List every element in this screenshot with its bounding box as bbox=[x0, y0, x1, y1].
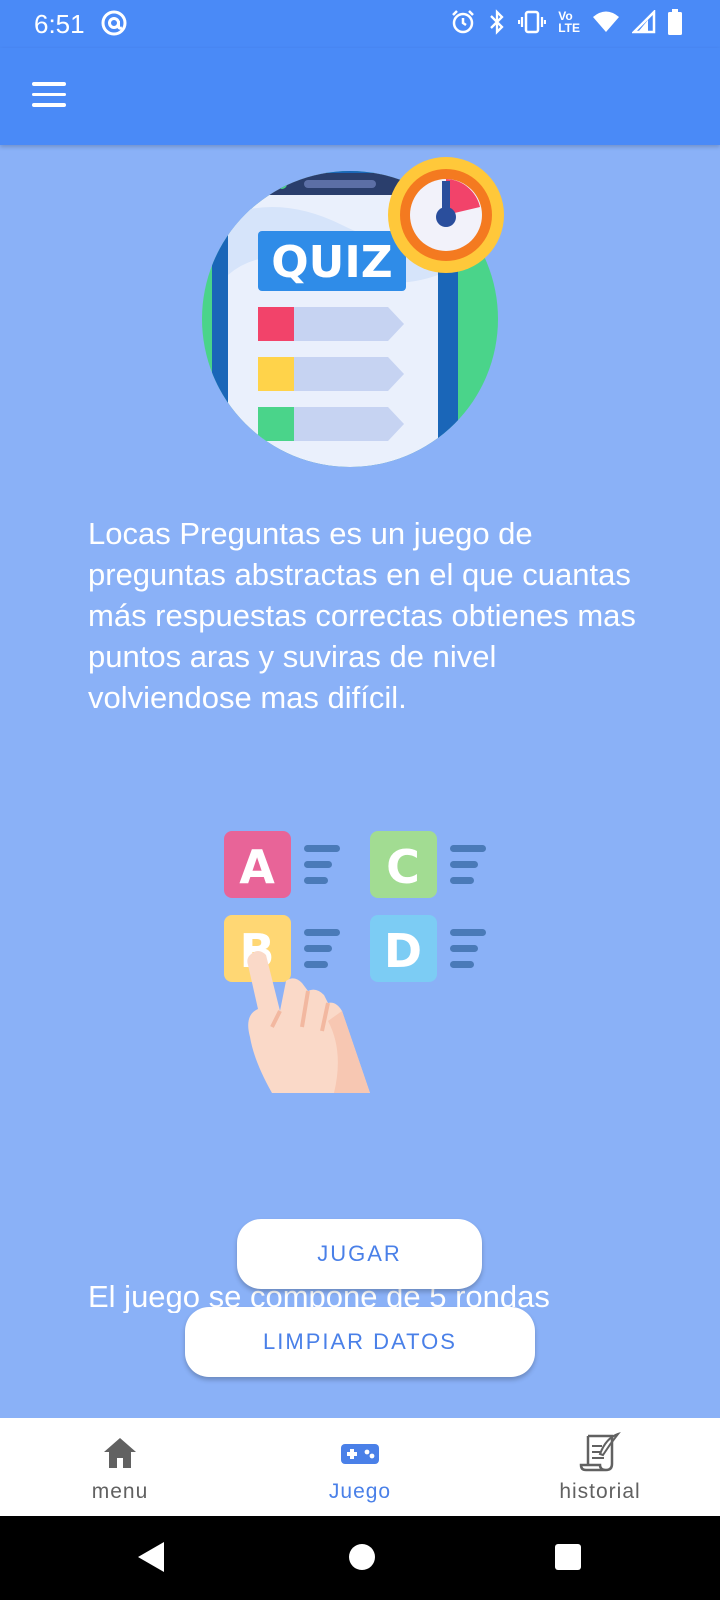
nav-item-menu[interactable]: menu bbox=[0, 1418, 240, 1516]
nav-label-juego: Juego bbox=[328, 1480, 392, 1503]
recents-icon[interactable] bbox=[554, 1540, 582, 1574]
answer-options-illustration: A C B D bbox=[224, 831, 486, 1093]
system-navigation-bar bbox=[0, 1516, 720, 1600]
nav-item-juego[interactable]: Juego bbox=[240, 1418, 480, 1516]
alarm-icon bbox=[452, 10, 475, 34]
status-time: 6:51 bbox=[34, 9, 85, 39]
app-bar bbox=[0, 48, 720, 145]
game-description: Locas Preguntas es un juego de preguntas… bbox=[88, 516, 636, 715]
option-c-letter: C bbox=[386, 840, 420, 894]
play-button[interactable]: JUGAR bbox=[237, 1219, 482, 1289]
volte-icon: Vo LTE bbox=[558, 10, 580, 34]
signal-icon bbox=[632, 10, 656, 34]
option-d-letter: D bbox=[384, 924, 422, 978]
status-bar: 6:51 Vo LTE bbox=[0, 0, 720, 48]
nav-item-historial[interactable]: historial bbox=[480, 1418, 720, 1516]
status-icons: Vo LTE bbox=[450, 9, 682, 35]
battery-icon bbox=[668, 9, 682, 35]
scroll-quill-icon bbox=[579, 1431, 621, 1472]
quiz-illustration: QUIZ bbox=[202, 157, 504, 467]
wifi-icon bbox=[593, 11, 619, 32]
vibrate-icon bbox=[518, 10, 547, 34]
at-sign-icon bbox=[100, 9, 128, 42]
menu-icon[interactable] bbox=[32, 82, 66, 108]
home-icon bbox=[104, 1438, 136, 1468]
gamepad-icon bbox=[341, 1444, 379, 1464]
home-circle-icon[interactable] bbox=[348, 1540, 376, 1574]
pointing-hand-icon bbox=[247, 951, 370, 1093]
volte-label-bottom: LTE bbox=[558, 21, 580, 35]
bottom-navigation: menu Juego historial bbox=[0, 1418, 720, 1516]
back-icon[interactable] bbox=[136, 1540, 166, 1574]
nav-label-historial: historial bbox=[559, 1480, 641, 1503]
bluetooth-icon bbox=[490, 9, 504, 35]
clear-data-button[interactable]: LIMPIAR DATOS bbox=[185, 1307, 535, 1377]
nav-label-menu: menu bbox=[91, 1480, 149, 1503]
option-a-letter: A bbox=[239, 840, 275, 894]
quiz-image-text: QUIZ bbox=[271, 237, 392, 288]
